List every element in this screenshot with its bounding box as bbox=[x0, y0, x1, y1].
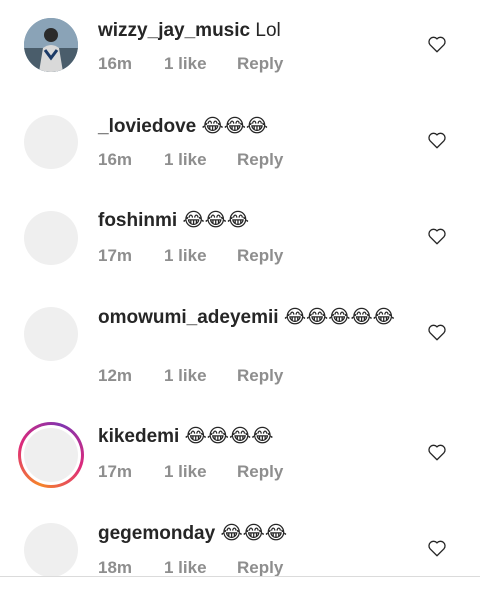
comment-text: gegemonday 😂😂😂 bbox=[98, 522, 398, 546]
reply-button[interactable]: Reply bbox=[237, 462, 283, 482]
heart-outline-icon[interactable] bbox=[427, 35, 447, 53]
comment-username[interactable]: wizzy_jay_music bbox=[98, 20, 250, 41]
comment-time[interactable]: 18m bbox=[98, 558, 132, 576]
comment-body: 😂😂😂😂 bbox=[184, 426, 274, 447]
heart-outline-icon[interactable] bbox=[427, 227, 447, 245]
comment-time[interactable]: 16m bbox=[98, 150, 132, 170]
comment-username[interactable]: kikedemi bbox=[98, 426, 179, 447]
comment-username[interactable]: _loviedove bbox=[98, 116, 196, 137]
comment-likes[interactable]: 1 like bbox=[164, 54, 207, 74]
comment-text: foshinmi 😂😂😂 bbox=[98, 209, 398, 233]
avatar-story-ring[interactable] bbox=[18, 422, 84, 488]
comment-body: Lol bbox=[255, 20, 281, 41]
comment-text: wizzy_jay_music Lol bbox=[98, 19, 398, 43]
avatar[interactable] bbox=[24, 211, 78, 265]
avatar[interactable] bbox=[24, 523, 78, 576]
comment-time[interactable]: 12m bbox=[98, 366, 132, 386]
heart-outline-icon[interactable] bbox=[427, 131, 447, 149]
comment-body: 😂😂😂 bbox=[220, 523, 288, 544]
comment-body: 😂😂😂 bbox=[182, 210, 250, 231]
comment-item: kikedemi 😂😂😂😂 17m 1 like Reply bbox=[0, 408, 480, 504]
comment-body: 😂😂😂😂😂 bbox=[283, 307, 395, 328]
comment-likes[interactable]: 1 like bbox=[164, 462, 207, 482]
comment-item: foshinmi 😂😂😂 17m 1 like Reply bbox=[0, 192, 480, 288]
comment-time[interactable]: 16m bbox=[98, 54, 132, 74]
comment-time[interactable]: 17m bbox=[98, 246, 132, 266]
heart-outline-icon[interactable] bbox=[427, 539, 447, 557]
comment-text: _loviedove 😂😂😂 bbox=[98, 115, 398, 139]
comment-text: kikedemi 😂😂😂😂 bbox=[98, 425, 398, 449]
comment-body: 😂😂😂 bbox=[201, 116, 269, 137]
heart-outline-icon[interactable] bbox=[427, 323, 447, 341]
avatar[interactable] bbox=[24, 115, 78, 169]
reply-button[interactable]: Reply bbox=[237, 150, 283, 170]
divider bbox=[0, 576, 480, 577]
avatar[interactable] bbox=[24, 18, 78, 72]
reply-button[interactable]: Reply bbox=[237, 246, 283, 266]
comment-list: wizzy_jay_music Lol 16m 1 like Reply _lo… bbox=[0, 0, 480, 576]
comment-text: omowumi_adeyemii 😂😂😂😂😂 bbox=[98, 306, 398, 330]
comment-likes[interactable]: 1 like bbox=[164, 366, 207, 386]
comment-username[interactable]: omowumi_adeyemii bbox=[98, 307, 279, 328]
comment-item: wizzy_jay_music Lol 16m 1 like Reply bbox=[0, 0, 480, 96]
comment-item: gegemonday 😂😂😂 18m 1 like Reply bbox=[0, 504, 480, 576]
comment-likes[interactable]: 1 like bbox=[164, 150, 207, 170]
comment-time[interactable]: 17m bbox=[98, 462, 132, 482]
reply-button[interactable]: Reply bbox=[237, 558, 283, 576]
reply-button[interactable]: Reply bbox=[237, 54, 283, 74]
avatar[interactable] bbox=[24, 307, 78, 361]
comment-item: omowumi_adeyemii 😂😂😂😂😂 12m 1 like Reply bbox=[0, 288, 480, 408]
comment-username[interactable]: gegemonday bbox=[98, 523, 215, 544]
reply-button[interactable]: Reply bbox=[237, 366, 283, 386]
comment-item: _loviedove 😂😂😂 16m 1 like Reply bbox=[0, 96, 480, 192]
comment-likes[interactable]: 1 like bbox=[164, 246, 207, 266]
comment-likes[interactable]: 1 like bbox=[164, 558, 207, 576]
heart-outline-icon[interactable] bbox=[427, 443, 447, 461]
comment-username[interactable]: foshinmi bbox=[98, 210, 177, 231]
